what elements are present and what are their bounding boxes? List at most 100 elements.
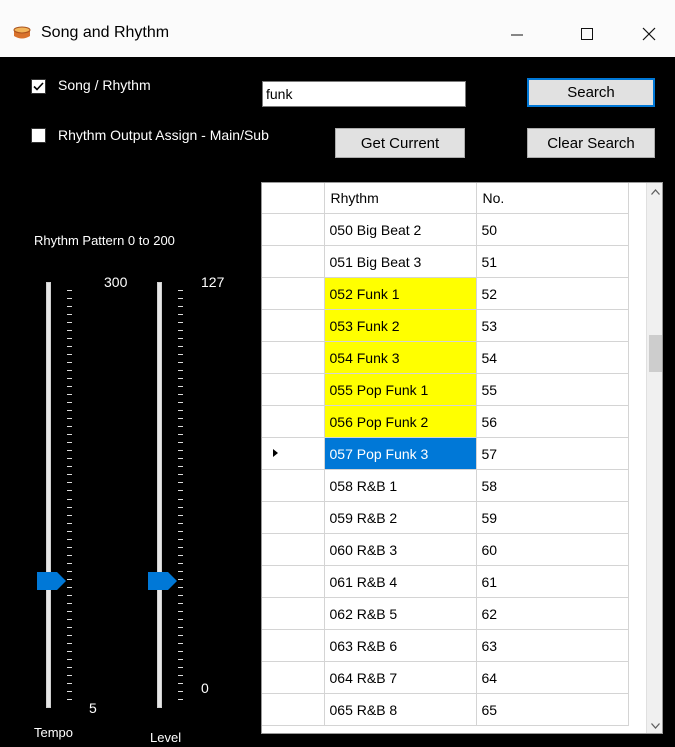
title-bar[interactable]: Song and Rhythm — [0, 0, 675, 57]
output-assign-label[interactable]: Rhythm Output Assign - Main/Sub — [58, 127, 269, 143]
rhythm-cell[interactable]: 058 R&B 1 — [324, 469, 477, 502]
tempo-slider-track[interactable] — [46, 282, 51, 708]
rhythm-cell[interactable]: 065 R&B 8 — [324, 693, 477, 726]
table-row[interactable]: 054 Funk 3 54 — [262, 341, 629, 374]
slider-tick — [67, 563, 72, 564]
table-row[interactable]: 055 Pop Funk 1 55 — [262, 373, 629, 406]
row-header-cell[interactable] — [262, 469, 325, 502]
slider-tick — [178, 394, 183, 395]
number-cell[interactable]: 59 — [476, 501, 629, 534]
row-header-cell[interactable] — [262, 501, 325, 534]
number-cell[interactable]: 61 — [476, 565, 629, 598]
rhythm-cell[interactable]: 057 Pop Funk 3 — [324, 437, 477, 470]
slider-tick — [67, 290, 72, 291]
scrollbar-thumb[interactable] — [649, 335, 662, 372]
slider-tick — [67, 402, 72, 403]
rhythm-cell[interactable]: 051 Big Beat 3 — [324, 245, 477, 278]
number-cell[interactable]: 55 — [476, 373, 629, 406]
rhythm-cell[interactable]: 062 R&B 5 — [324, 597, 477, 630]
table-row[interactable]: 060 R&B 3 60 — [262, 533, 629, 566]
search-button[interactable]: Search — [527, 78, 655, 107]
number-cell[interactable]: 58 — [476, 469, 629, 502]
row-header-cell[interactable] — [262, 309, 325, 342]
table-row[interactable]: 065 R&B 8 65 — [262, 693, 629, 726]
minimize-button[interactable] — [494, 14, 540, 54]
table-row[interactable]: 058 R&B 1 58 — [262, 469, 629, 502]
clear-search-button[interactable]: Clear Search — [527, 128, 655, 158]
rhythm-cell[interactable]: 059 R&B 2 — [324, 501, 477, 534]
level-slider-track[interactable] — [157, 282, 162, 708]
column-header-rhythm[interactable]: Rhythm — [324, 183, 477, 214]
row-header-cell[interactable] — [262, 629, 325, 662]
row-header-cell[interactable] — [262, 277, 325, 310]
row-header-cell[interactable] — [262, 693, 325, 726]
row-header-cell[interactable] — [262, 245, 325, 278]
get-current-button[interactable]: Get Current — [335, 128, 465, 158]
rhythm-cell[interactable]: 054 Funk 3 — [324, 341, 477, 374]
search-input[interactable]: funk — [262, 81, 466, 107]
number-cell[interactable]: 62 — [476, 597, 629, 630]
table-row[interactable]: 050 Big Beat 2 50 — [262, 213, 629, 246]
slider-tick — [178, 531, 183, 532]
level-slider-thumb[interactable] — [148, 571, 178, 596]
output-assign-checkbox[interactable] — [31, 128, 46, 143]
rhythm-cell[interactable]: 055 Pop Funk 1 — [324, 373, 477, 406]
number-cell[interactable]: 50 — [476, 213, 629, 246]
table-row[interactable]: 056 Pop Funk 2 56 — [262, 405, 629, 438]
row-header-cell[interactable] — [262, 341, 325, 374]
rhythm-cell[interactable]: 063 R&B 6 — [324, 629, 477, 662]
scroll-down-arrow-icon[interactable] — [647, 717, 662, 733]
close-button[interactable] — [626, 14, 672, 54]
rhythm-cell[interactable]: 050 Big Beat 2 — [324, 213, 477, 246]
number-cell[interactable]: 65 — [476, 693, 629, 726]
maximize-button[interactable] — [564, 14, 610, 54]
table-row[interactable]: 064 R&B 7 64 — [262, 661, 629, 694]
column-header-no[interactable]: No. — [476, 183, 629, 214]
number-cell[interactable]: 52 — [476, 277, 629, 310]
song-rhythm-label[interactable]: Song / Rhythm — [58, 77, 151, 93]
rhythm-cell[interactable]: 053 Funk 2 — [324, 309, 477, 342]
number-cell[interactable]: 54 — [476, 341, 629, 374]
song-rhythm-checkbox[interactable] — [31, 79, 46, 94]
slider-tick — [178, 346, 183, 347]
vertical-scrollbar[interactable] — [646, 183, 662, 733]
table-row[interactable]: 053 Funk 2 53 — [262, 309, 629, 342]
table-row[interactable]: 052 Funk 1 52 — [262, 277, 629, 310]
table-row[interactable]: 063 R&B 6 63 — [262, 629, 629, 662]
table-row[interactable]: 059 R&B 2 59 — [262, 501, 629, 534]
number-cell[interactable]: 57 — [476, 437, 629, 470]
number-cell[interactable]: 51 — [476, 245, 629, 278]
row-header-cell[interactable] — [262, 373, 325, 406]
rhythm-cell[interactable]: 052 Funk 1 — [324, 277, 477, 310]
scroll-up-arrow-icon[interactable] — [647, 183, 662, 200]
row-header-cell[interactable] — [262, 405, 325, 438]
row-header-cell[interactable] — [262, 213, 325, 246]
table-row[interactable]: 061 R&B 4 61 — [262, 565, 629, 598]
rhythm-grid[interactable]: Rhythm No. 050 Big Beat 2 50 051 Big Beat … — [261, 182, 663, 734]
number-cell[interactable]: 56 — [476, 405, 629, 438]
level-slider-ticks — [178, 290, 184, 700]
rhythm-cell[interactable]: 056 Pop Funk 2 — [324, 405, 477, 438]
slider-tick — [67, 306, 72, 307]
rhythm-cell[interactable]: 060 R&B 3 — [324, 533, 477, 566]
number-cell[interactable]: 60 — [476, 533, 629, 566]
number-cell[interactable]: 64 — [476, 661, 629, 694]
table-row[interactable]: 051 Big Beat 3 51 — [262, 245, 629, 278]
number-cell[interactable]: 53 — [476, 309, 629, 342]
row-header-cell[interactable] — [262, 661, 325, 694]
tempo-max-label: 300 — [104, 274, 128, 290]
row-header-cell[interactable] — [262, 597, 325, 630]
row-pointer-icon — [273, 448, 278, 457]
row-header-cell[interactable] — [262, 533, 325, 566]
rhythm-cell[interactable]: 064 R&B 7 — [324, 661, 477, 694]
tempo-slider-thumb[interactable] — [37, 571, 67, 596]
song-rhythm-window: Song and Rhythm Song / Rhythm Rhythm Out… — [0, 0, 675, 747]
table-row[interactable]: 057 Pop Funk 3 57 — [262, 437, 629, 470]
rhythm-cell[interactable]: 061 R&B 4 — [324, 565, 477, 598]
number-cell[interactable]: 63 — [476, 629, 629, 662]
slider-tick — [67, 587, 72, 588]
row-header-cell[interactable] — [262, 437, 325, 470]
row-header-cell[interactable] — [262, 565, 325, 598]
slider-tick — [67, 523, 72, 524]
table-row[interactable]: 062 R&B 5 62 — [262, 597, 629, 630]
